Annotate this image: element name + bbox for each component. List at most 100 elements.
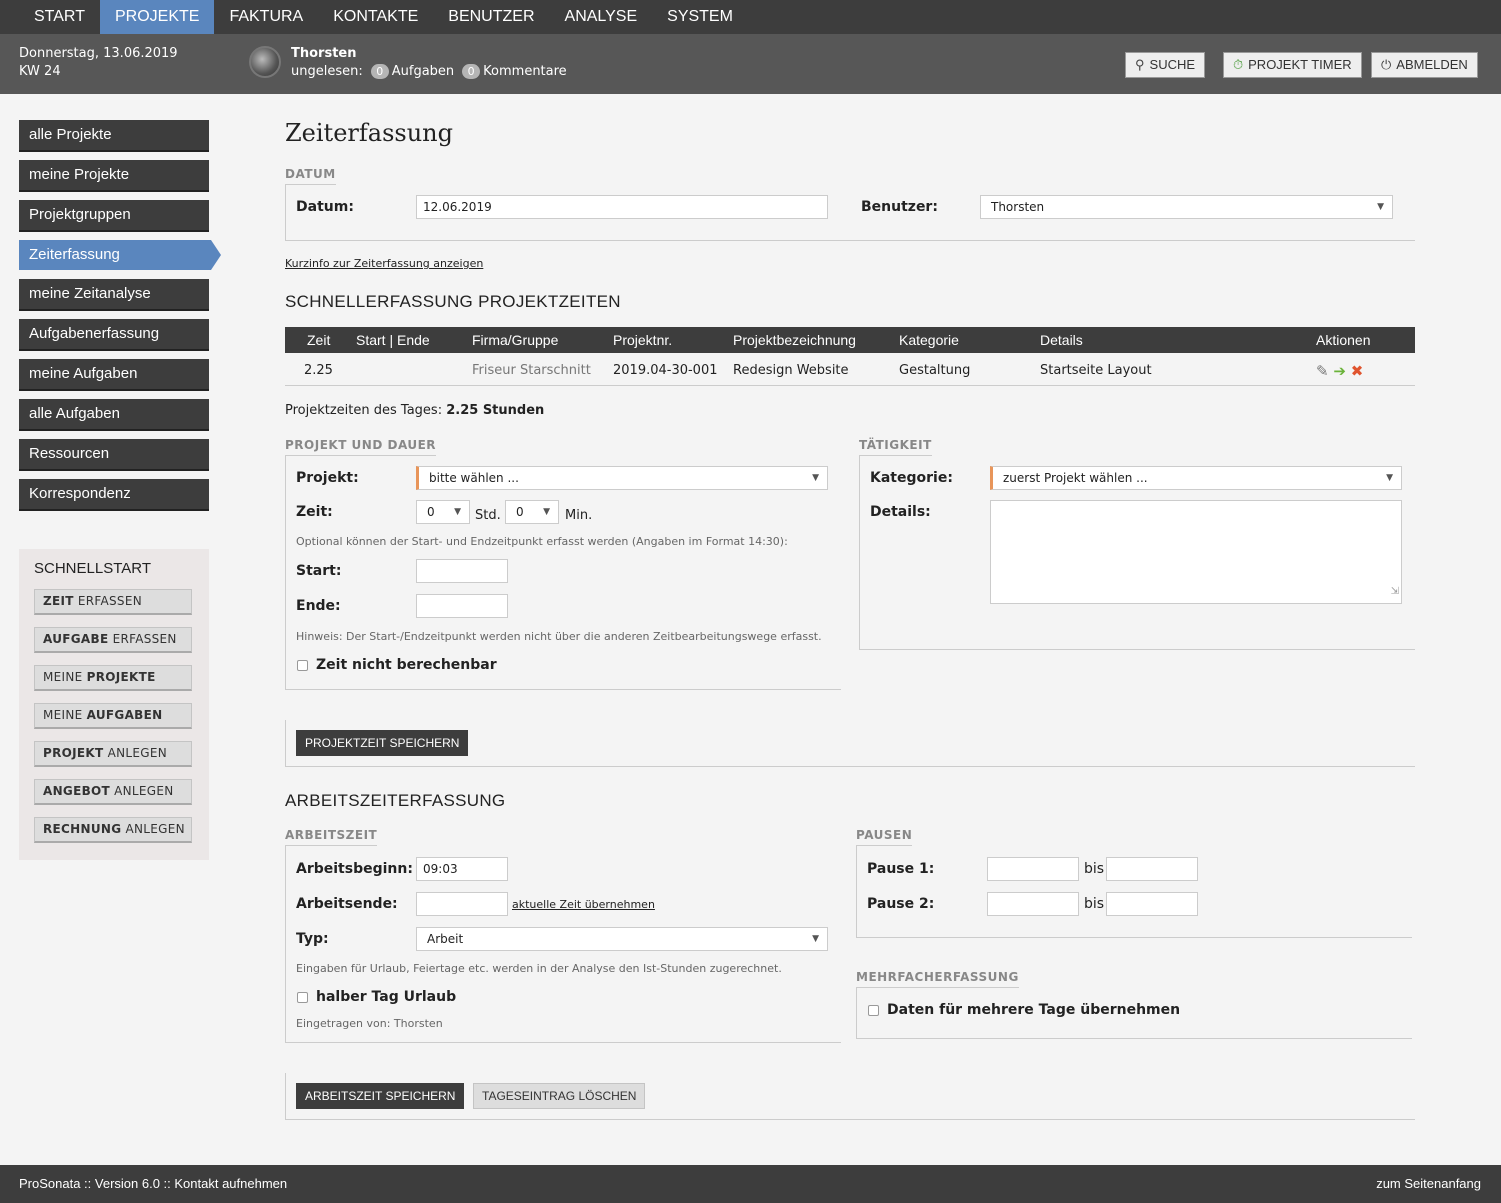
- day-total: Projektzeiten des Tages: 2.25 Stunden: [285, 403, 544, 418]
- delete-x-icon[interactable]: ✖: [1351, 362, 1364, 380]
- arbeitszeit-save-button[interactable]: ARBEITSZEIT SPEICHERN: [296, 1083, 465, 1109]
- qs-bold: RECHNUNG: [43, 822, 122, 836]
- comments-count-badge[interactable]: 0: [462, 64, 481, 79]
- arbeitszeit-section-label: ARBEITSZEIT: [285, 828, 378, 846]
- footer-info[interactable]: ProSonata :: Version 6.0 :: Kontakt aufn…: [19, 1165, 287, 1203]
- kategorie-select[interactable]: zuerst Projekt wählen ... ▼: [990, 466, 1402, 490]
- details-textarea[interactable]: ⇲: [990, 500, 1402, 604]
- qs-rest: MEINE: [43, 708, 87, 722]
- minutes-select[interactable]: 0 ▼: [505, 500, 559, 524]
- sidebar-item-meine-aufgaben[interactable]: meine Aufgaben: [19, 359, 209, 389]
- projektzeit-save-button[interactable]: PROJEKTZEIT SPEICHERN: [296, 730, 469, 756]
- aktuelle-zeit-link[interactable]: aktuelle Zeit übernehmen: [512, 898, 655, 911]
- nav-start[interactable]: START: [0, 0, 100, 34]
- sidebar-item-meine-projekte[interactable]: meine Projekte: [19, 160, 209, 190]
- col-kategorie: Kategorie: [899, 332, 959, 348]
- halber-tag-checkbox[interactable]: [297, 992, 308, 1003]
- quickstart-zeit-erfassen[interactable]: ZEIT ERFASSEN: [34, 589, 192, 615]
- sidebar-item-aufgabenerfassung[interactable]: Aufgabenerfassung: [19, 319, 209, 349]
- nicht-berechenbar-checkbox[interactable]: [297, 660, 308, 671]
- unread-label: ungelesen:: [291, 64, 363, 79]
- nav-system[interactable]: SYSTEM: [652, 0, 748, 34]
- ende-input[interactable]: [416, 594, 508, 618]
- col-projektnr: Projektnr.: [613, 332, 673, 348]
- quickstart-projekt-anlegen[interactable]: PROJEKT ANLEGEN: [34, 741, 192, 767]
- benutzer-select-value: Thorsten: [991, 200, 1045, 214]
- pause2-end-input[interactable]: [1106, 892, 1198, 916]
- logout-label: ABMELDEN: [1396, 57, 1468, 72]
- quickstart-rechnung-anlegen[interactable]: RECHNUNG ANLEGEN: [34, 817, 192, 843]
- projekt-select-value: bitte wählen ...: [429, 471, 519, 485]
- quickstart-angebot-anlegen[interactable]: ANGEBOT ANLEGEN: [34, 779, 192, 805]
- qs-bold: ZEIT: [43, 594, 74, 608]
- benutzer-select[interactable]: Thorsten ▼: [980, 195, 1393, 219]
- user-name: Thorsten: [291, 46, 357, 61]
- row-actions: ✎ ➔ ✖: [1316, 356, 1363, 386]
- nav-projekte[interactable]: PROJEKTE: [99, 0, 215, 34]
- pause2-label: Pause 2:: [867, 896, 935, 912]
- sidebar-item-korrespondenz[interactable]: Korrespondenz: [19, 479, 209, 509]
- nav-benutzer[interactable]: BENUTZER: [433, 0, 549, 34]
- comments-label[interactable]: Kommentare: [483, 64, 567, 79]
- arbeitsende-label: Arbeitsende:: [296, 896, 398, 912]
- taetigkeit-section-label: TÄTIGKEIT: [859, 438, 932, 456]
- halber-tag-label: halber Tag Urlaub: [316, 989, 457, 1005]
- sidebar-item-ressourcen[interactable]: Ressourcen: [19, 439, 209, 469]
- tageseintrag-delete-button[interactable]: TAGESEINTRAG LÖSCHEN: [473, 1083, 646, 1109]
- qs-rest: ANLEGEN: [121, 822, 185, 836]
- sidebar-item-meine-zeitanalyse[interactable]: meine Zeitanalyse: [19, 279, 209, 309]
- sidebar-item-alle-projekte[interactable]: alle Projekte: [19, 120, 209, 150]
- kurzinfo-link[interactable]: Kurzinfo zur Zeiterfassung anzeigen: [285, 257, 483, 270]
- col-start-ende: Start | Ende: [356, 332, 430, 348]
- cell-zeit: 2.25: [304, 363, 333, 378]
- kategorie-label: Kategorie:: [870, 470, 953, 486]
- cell-firma[interactable]: Friseur Starschnitt: [472, 356, 591, 386]
- sidebar-item-alle-aufgaben[interactable]: alle Aufgaben: [19, 399, 209, 429]
- resize-handle-icon[interactable]: ⇲: [1391, 581, 1399, 603]
- pause2-bis: bis: [1084, 896, 1105, 912]
- project-timer-button[interactable]: ⏱ PROJEKT TIMER: [1223, 52, 1362, 78]
- quickstart-meine-aufgaben[interactable]: MEINE AUFGABEN: [34, 703, 192, 729]
- typ-select[interactable]: Arbeit ▼: [416, 927, 828, 951]
- day-total-label: Projektzeiten des Tages:: [285, 403, 443, 418]
- datum-input[interactable]: 12.06.2019: [416, 195, 828, 219]
- mehrfach-checkbox[interactable]: [868, 1005, 879, 1016]
- qs-rest: ERFASSEN: [108, 632, 177, 646]
- schnellerfassung-heading: SCHNELLERFASSUNG PROJEKTZEITEN: [285, 292, 621, 311]
- sub-header: Donnerstag, 13.06.2019 KW 24 Thorsten un…: [0, 34, 1501, 94]
- arbeitsbeginn-input[interactable]: 09:03: [416, 857, 508, 881]
- move-arrow-icon[interactable]: ➔: [1333, 362, 1346, 380]
- qs-rest: MEINE: [43, 670, 87, 684]
- start-input[interactable]: [416, 559, 508, 583]
- projekt-select[interactable]: bitte wählen ... ▼: [416, 466, 828, 490]
- nav-faktura[interactable]: FAKTURA: [214, 0, 318, 34]
- edit-pencil-icon[interactable]: ✎: [1316, 362, 1329, 380]
- quickstart-meine-projekte[interactable]: MEINE PROJEKTE: [34, 665, 192, 691]
- urlaub-hint: Eingaben für Urlaub, Feiertage etc. werd…: [296, 962, 782, 975]
- cell-projektnr: 2019.04-30-001: [613, 363, 718, 378]
- pause2-start-input[interactable]: [987, 892, 1079, 916]
- arbeitsende-input[interactable]: [416, 892, 508, 916]
- tasks-count-badge[interactable]: 0: [370, 64, 389, 79]
- nav-analyse[interactable]: ANALYSE: [550, 0, 653, 34]
- pause1-bis: bis: [1084, 861, 1105, 877]
- logout-button[interactable]: ⏻ ABMELDEN: [1371, 52, 1478, 78]
- sidebar-item-projektgruppen[interactable]: Projektgruppen: [19, 200, 209, 230]
- projekt-dauer-box: [285, 455, 841, 690]
- current-date: Donnerstag, 13.06.2019: [19, 46, 178, 61]
- pause1-end-input[interactable]: [1106, 857, 1198, 881]
- hours-select[interactable]: 0 ▼: [416, 500, 470, 524]
- back-to-top-link[interactable]: zum Seitenanfang: [1376, 1165, 1481, 1203]
- qs-rest: ANLEGEN: [103, 746, 168, 760]
- nav-kontakte[interactable]: KONTAKTE: [318, 0, 433, 34]
- avatar[interactable]: [249, 46, 281, 78]
- pause1-start-input[interactable]: [987, 857, 1079, 881]
- qs-bold: AUFGABEN: [86, 708, 163, 722]
- arbeitszeiterfassung-heading: ARBEITSZEITERFASSUNG: [285, 791, 506, 810]
- quickstart-aufgabe-erfassen[interactable]: AUFGABE ERFASSEN: [34, 627, 192, 653]
- search-icon: ⚲: [1135, 57, 1145, 72]
- arbeitsbeginn-label: Arbeitsbeginn:: [296, 861, 413, 877]
- search-button[interactable]: ⚲ SUCHE: [1125, 52, 1206, 78]
- sidebar-item-zeiterfassung[interactable]: Zeiterfassung: [19, 240, 221, 270]
- tasks-label[interactable]: Aufgaben: [392, 64, 454, 79]
